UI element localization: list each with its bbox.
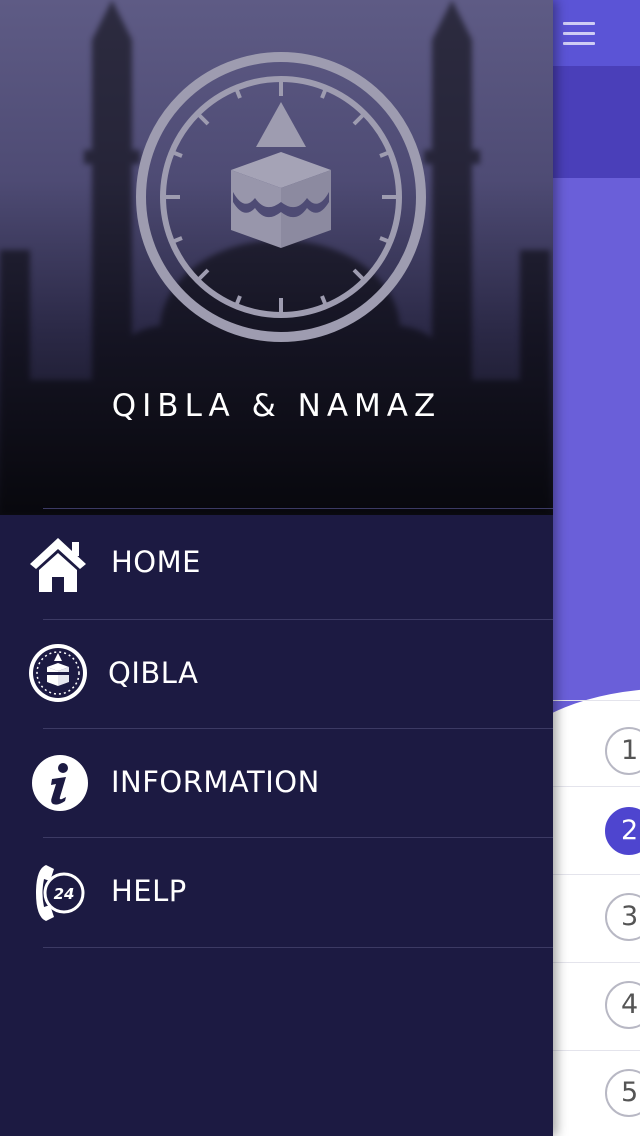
app-root: 1 2 3 4 5 QIBLA & NAMAZ HOME QIBLA INFOR… <box>0 0 640 1136</box>
drawer-header: QIBLA & NAMAZ <box>0 0 553 515</box>
nav-label-information: INFORMATION <box>111 765 320 799</box>
nav-item-information[interactable]: INFORMATION <box>0 729 553 839</box>
home-icon <box>30 538 86 592</box>
list-item[interactable]: 5 <box>553 1050 640 1136</box>
main-header-band <box>553 66 640 178</box>
list-item[interactable]: 1 <box>553 700 640 789</box>
phone-24-icon: 24 <box>36 865 85 921</box>
app-title: QIBLA & NAMAZ <box>111 388 442 424</box>
nav-item-qibla[interactable]: QIBLA <box>0 620 553 730</box>
svg-text:24: 24 <box>54 885 75 903</box>
number-badge: 4 <box>605 981 640 1029</box>
hamburger-menu-icon[interactable] <box>563 20 597 48</box>
nav-label-home: HOME <box>111 545 201 579</box>
list-item[interactable]: 2 <box>553 786 640 875</box>
nav-item-home[interactable]: HOME <box>0 509 553 619</box>
info-icon <box>32 755 88 811</box>
nav-item-help[interactable]: 24 HELP <box>0 838 553 948</box>
number-badge: 1 <box>605 727 640 775</box>
main-screen: 1 2 3 4 5 <box>553 0 640 1136</box>
app-logo <box>136 52 426 342</box>
nav-label-qibla: QIBLA <box>108 656 199 690</box>
nav-label-help: HELP <box>111 874 187 908</box>
number-badge-active: 2 <box>605 807 640 855</box>
divider <box>43 947 553 948</box>
main-top-bar <box>553 0 640 66</box>
number-badge: 3 <box>605 893 640 941</box>
list-item[interactable]: 3 <box>553 874 640 963</box>
navigation-drawer: QIBLA & NAMAZ HOME QIBLA INFORMATION 24 … <box>0 0 553 1136</box>
kaaba-compass-icon <box>29 644 87 702</box>
main-hero-panel <box>553 178 640 738</box>
number-badge: 5 <box>605 1069 640 1117</box>
list-item[interactable]: 4 <box>553 962 640 1051</box>
